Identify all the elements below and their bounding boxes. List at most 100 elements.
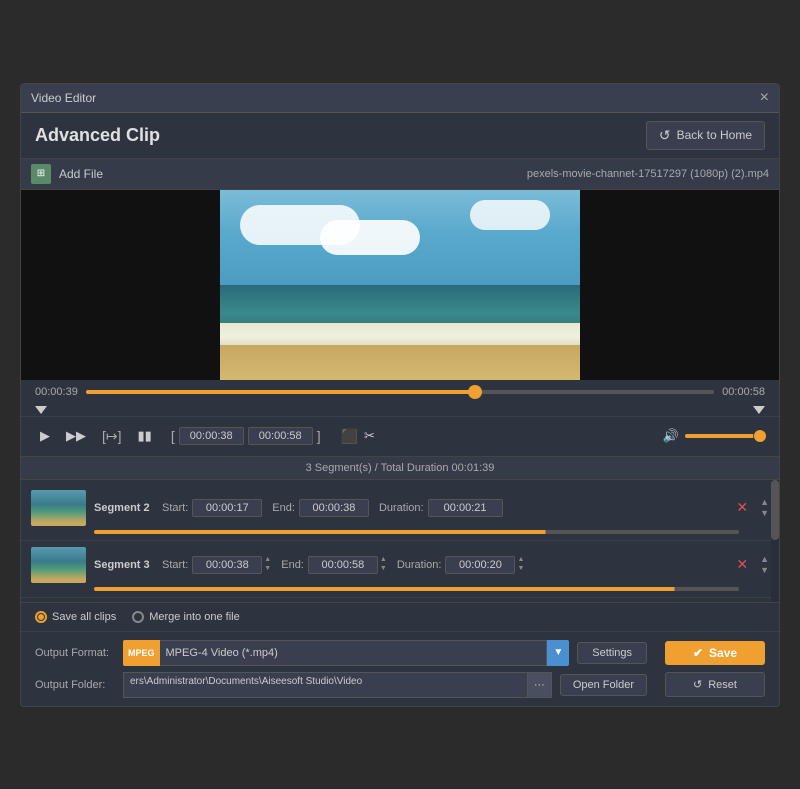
seg2-up-arrow[interactable]: ▲ xyxy=(760,497,769,507)
seg3-duration-input[interactable] xyxy=(445,556,515,574)
timeline-start: 00:00:39 xyxy=(35,386,78,398)
seg2-start-input[interactable] xyxy=(192,499,262,517)
segment2-thumbnail xyxy=(31,490,86,526)
scrollbar-thumb[interactable] xyxy=(771,480,779,540)
seg3-dur-down[interactable]: ▼ xyxy=(517,565,524,573)
folder-label: Output Folder: xyxy=(35,679,115,691)
clip-icon[interactable]: ⬛ xyxy=(341,428,358,445)
merge-one-radio-dot xyxy=(132,611,144,623)
save-options-bar: Save all clips Merge into one file xyxy=(21,602,779,631)
seg3-start-up[interactable]: ▲ xyxy=(264,556,271,564)
timeline-thumb[interactable] xyxy=(468,385,482,399)
volume-thumb[interactable] xyxy=(754,430,766,442)
seg3-end-spinner: ▲ ▼ xyxy=(308,556,387,574)
segments-area: Segment 2 Start: End: Duration: ✕ xyxy=(21,480,779,602)
save-button[interactable]: ✔ Save xyxy=(665,641,765,665)
settings-button[interactable]: Settings xyxy=(577,642,647,664)
right-btns-2: ↺ Reset xyxy=(665,672,765,697)
fast-forward-button[interactable]: ▶▶ xyxy=(61,425,91,447)
seg3-start-field: Start: ▲ ▼ xyxy=(162,556,271,574)
stop-button[interactable]: ▮▮ xyxy=(133,425,157,447)
seg2-end-field: End: xyxy=(272,499,369,517)
seg3-dur-spinner-btns: ▲ ▼ xyxy=(517,556,524,573)
segment-info-bar: 3 Segment(s) / Total Duration 00:01:39 xyxy=(21,456,779,480)
open-folder-button[interactable]: Open Folder xyxy=(560,674,647,696)
volume-group: 🔊 xyxy=(663,428,765,444)
seg2-duration-field: Duration: xyxy=(379,499,503,517)
save-check-icon: ✔ xyxy=(693,646,703,660)
seg2-arrows: ▲ ▼ xyxy=(760,497,769,518)
seg3-down-arrow[interactable]: ▼ xyxy=(760,565,769,575)
segment3-thumbnail xyxy=(31,547,86,583)
seg2-close-button[interactable]: ✕ xyxy=(736,499,748,516)
timeline-end: 00:00:58 xyxy=(722,386,765,398)
save-all-radio-dot xyxy=(35,611,47,623)
trim-marker-left[interactable] xyxy=(35,406,47,414)
segment2-label: Segment 2 xyxy=(94,502,154,514)
page-title: Advanced Clip xyxy=(35,125,160,146)
seg2-duration-input[interactable] xyxy=(428,499,503,517)
start-time-input[interactable] xyxy=(179,427,244,445)
close-button[interactable]: × xyxy=(760,90,769,106)
add-file-icon-symbol: ⊞ xyxy=(37,168,45,179)
folder-dots-button[interactable]: ··· xyxy=(528,672,552,698)
seg3-dur-spinner: ▲ ▼ xyxy=(445,556,524,574)
end-time-input[interactable] xyxy=(248,427,313,445)
format-select-wrap: MPEG MPEG-4 Video (*.mp4) ▼ xyxy=(123,640,569,666)
seg3-dur-up[interactable]: ▲ xyxy=(517,556,524,564)
seg3-end-input[interactable] xyxy=(308,556,378,574)
cloud2 xyxy=(470,200,550,230)
segment3-label: Segment 3 xyxy=(94,559,154,571)
play-button[interactable]: ▶ xyxy=(35,425,55,447)
seg3-start-spinner-btns: ▲ ▼ xyxy=(264,556,271,573)
save-all-clips-label: Save all clips xyxy=(52,611,116,623)
seg3-arrows: ▲ ▼ xyxy=(760,554,769,575)
add-file-button[interactable]: Add File xyxy=(59,167,103,181)
format-label: Output Format: xyxy=(35,647,115,659)
trim-marker-right[interactable] xyxy=(753,406,765,414)
format-select[interactable]: MPEG-4 Video (*.mp4) xyxy=(160,640,548,666)
format-icon-box: MPEG xyxy=(123,640,160,666)
cut-icon[interactable]: ✂ xyxy=(364,428,375,445)
controls-bar: ▶ ▶▶ [↦] ▮▮ [ ] ⬛ ✂ 🔊 xyxy=(21,416,779,456)
time-input-group: [ ] xyxy=(171,427,321,445)
back-to-home-label: Back to Home xyxy=(677,128,752,142)
video-sides xyxy=(21,190,779,380)
right-btns: ✔ Save xyxy=(665,641,765,665)
timeline-track[interactable] xyxy=(86,390,714,394)
header-bar: Advanced Clip ↺ Back to Home xyxy=(21,113,779,159)
main-window: Video Editor × Advanced Clip ↺ Back to H… xyxy=(20,83,780,707)
segment-count-label: 3 Segment(s) / Total Duration 00:01:39 xyxy=(306,462,495,474)
seg3-duration-label: Duration: xyxy=(397,559,442,571)
format-dropdown-arrow[interactable]: ▼ xyxy=(547,640,569,666)
seg3-up-arrow[interactable]: ▲ xyxy=(760,554,769,564)
seg2-end-input[interactable] xyxy=(299,499,369,517)
merge-into-one-label: Merge into one file xyxy=(149,611,240,623)
seg3-start-input[interactable] xyxy=(192,556,262,574)
save-all-clips-option[interactable]: Save all clips xyxy=(35,611,116,623)
video-sand xyxy=(220,345,580,379)
reset-label: Reset xyxy=(708,679,737,691)
seg3-end-down[interactable]: ▼ xyxy=(380,565,387,573)
seg2-start-field: Start: xyxy=(162,499,262,517)
seg3-end-up[interactable]: ▲ xyxy=(380,556,387,564)
segment2-fields: Start: End: Duration: xyxy=(162,499,728,517)
reset-button[interactable]: ↺ Reset xyxy=(665,672,765,697)
seg3-duration-field: Duration: ▲ ▼ xyxy=(397,556,525,574)
volume-slider[interactable] xyxy=(685,434,765,438)
seg2-progress xyxy=(94,530,739,534)
format-icon-text: MPEG xyxy=(128,648,155,658)
output-section: Output Format: MPEG MPEG-4 Video (*.mp4)… xyxy=(21,631,779,706)
toolbar-bar: ⊞ Add File pexels-movie-channet-17517297… xyxy=(21,159,779,190)
seg2-down-arrow[interactable]: ▼ xyxy=(760,508,769,518)
seg3-close-button[interactable]: ✕ xyxy=(736,556,748,573)
back-to-home-button[interactable]: ↺ Back to Home xyxy=(646,121,765,150)
seg3-start-down[interactable]: ▼ xyxy=(264,565,271,573)
file-name-label: pexels-movie-channet-17517297 (1080p) (2… xyxy=(527,168,769,180)
merge-into-one-option[interactable]: Merge into one file xyxy=(132,611,240,623)
video-ocean xyxy=(220,190,580,380)
video-right-panel xyxy=(580,190,779,380)
seg2-thumb-img xyxy=(31,490,86,526)
bracket-right-button[interactable]: [↦] xyxy=(97,425,127,448)
seg3-thumb-img xyxy=(31,547,86,583)
